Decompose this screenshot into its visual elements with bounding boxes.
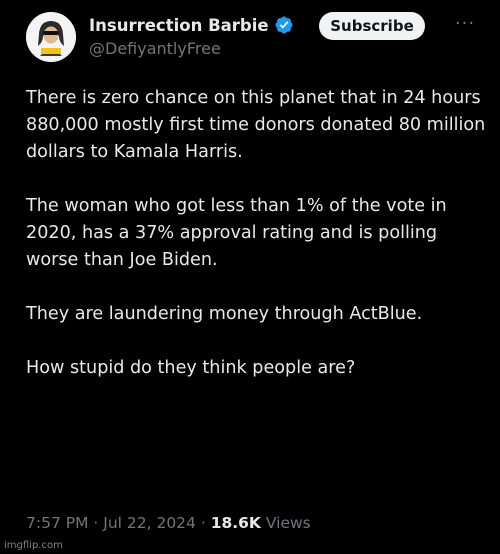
author-handle[interactable]: @DefiyantlyFree xyxy=(89,39,294,58)
author-names: Insurrection Barbie @DefiyantlyFree xyxy=(89,12,294,62)
author-display-name[interactable]: Insurrection Barbie xyxy=(89,16,269,35)
meta-separator: · xyxy=(88,514,104,532)
tweet-metadata: 7:57 PM · Jul 22, 2024 · 18.6K Views xyxy=(26,514,311,532)
meta-separator: · xyxy=(195,514,211,532)
tweet-text: There is zero chance on this planet that… xyxy=(26,85,486,382)
subscribe-button[interactable]: Subscribe xyxy=(319,12,425,40)
tweet-paragraph: They are laundering money through ActBlu… xyxy=(26,304,423,324)
profile-avatar-icon xyxy=(26,12,76,62)
name-row: Insurrection Barbie xyxy=(89,12,294,38)
imgflip-watermark: imgflip.com xyxy=(4,540,63,551)
more-options-icon[interactable]: ··· xyxy=(454,15,476,35)
tweet-date[interactable]: Jul 22, 2024 xyxy=(103,514,196,532)
tweet-paragraph: There is zero chance on this planet that… xyxy=(26,88,486,162)
tweet-header: Insurrection Barbie @DefiyantlyFree Subs… xyxy=(26,12,476,66)
views-label: Views xyxy=(260,514,311,532)
views-count[interactable]: 18.6K xyxy=(211,514,261,532)
avatar[interactable] xyxy=(26,12,76,62)
tweet-time[interactable]: 7:57 PM xyxy=(26,514,88,532)
tweet-paragraph: The woman who got less than 1% of the vo… xyxy=(26,196,447,270)
tweet: Insurrection Barbie @DefiyantlyFree Subs… xyxy=(0,0,500,554)
tweet-paragraph: How stupid do they think people are? xyxy=(26,358,356,378)
verified-badge-icon xyxy=(275,16,293,34)
